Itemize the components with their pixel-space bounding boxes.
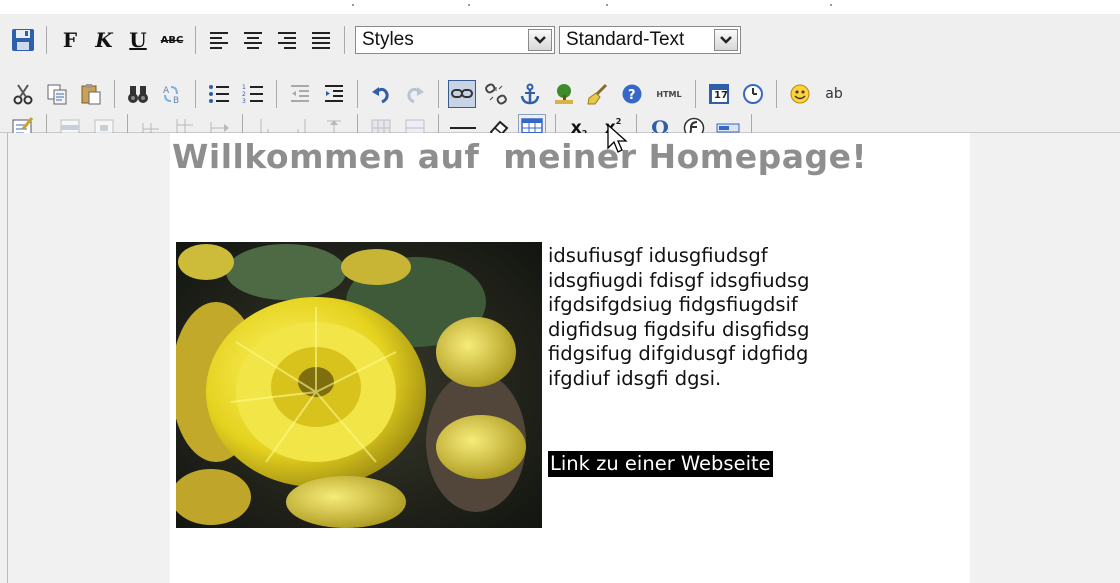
separator	[357, 80, 358, 108]
selected-link[interactable]: Link zu einer Webseite	[548, 451, 773, 477]
align-center-button[interactable]	[239, 26, 267, 54]
separator	[114, 80, 115, 108]
separator	[776, 80, 777, 108]
numbered-list-button[interactable]: 123	[239, 80, 267, 108]
cut-button[interactable]	[9, 80, 37, 108]
separator	[438, 80, 439, 108]
styles-select-value: Styles	[362, 29, 414, 50]
bullet-list-button[interactable]	[205, 80, 233, 108]
align-right-button[interactable]	[273, 26, 301, 54]
underline-button[interactable]: U	[124, 26, 152, 54]
styles-select[interactable]: Styles	[355, 26, 555, 54]
format-select[interactable]: Standard-Text	[559, 26, 741, 54]
replace-button[interactable]: AB	[158, 80, 186, 108]
separator	[195, 26, 196, 54]
left-border	[7, 133, 8, 583]
justify-button[interactable]	[307, 26, 335, 54]
format-select-value: Standard-Text	[566, 29, 685, 50]
separator	[195, 80, 196, 108]
separator	[695, 80, 696, 108]
undo-icon	[370, 83, 392, 105]
text-color-button[interactable]: ab	[820, 80, 848, 108]
html-source-button[interactable]: HTML	[652, 80, 686, 108]
paste-button[interactable]	[77, 80, 105, 108]
align-right-icon	[276, 30, 298, 50]
bold-button[interactable]: F	[56, 26, 84, 54]
insert-link-button[interactable]	[448, 80, 476, 108]
calendar-date-label: 17	[714, 90, 728, 101]
text-color-label: ab	[825, 86, 843, 102]
insert-time-button[interactable]	[739, 80, 767, 108]
outdent-button[interactable]	[286, 80, 314, 108]
svg-text:1: 1	[242, 84, 246, 91]
outdent-icon	[289, 83, 311, 105]
chevron-down-icon	[714, 29, 738, 51]
separator	[344, 26, 345, 54]
help-button[interactable]: ?	[618, 80, 646, 108]
svg-text:A: A	[163, 86, 170, 96]
page-heading[interactable]: Willkommen auf meiner Homepage!	[172, 137, 867, 176]
align-left-icon	[208, 30, 230, 50]
scissors-icon	[12, 83, 34, 105]
emoticon-button[interactable]	[786, 80, 814, 108]
insert-image-button[interactable]	[550, 80, 578, 108]
unlink-button[interactable]	[482, 80, 510, 108]
strikethrough-label: ABC	[160, 34, 184, 46]
copy-icon	[46, 83, 68, 105]
html-source-label: HTML	[656, 89, 682, 99]
mouse-cursor-icon	[606, 123, 630, 160]
body-paragraph[interactable]: idsufiusgf idusgfiudsgf idsgfiugdi fdisg…	[548, 244, 908, 391]
italic-button[interactable]: K	[90, 26, 118, 54]
bullet-list-icon	[208, 83, 230, 105]
tree-image-icon	[553, 83, 575, 105]
unlink-icon	[485, 83, 507, 105]
help-icon: ?	[621, 83, 643, 105]
insert-date-button[interactable]: 17	[705, 80, 733, 108]
underline-label: U	[129, 28, 147, 52]
redo-button[interactable]	[401, 80, 429, 108]
toolbar-row-1: F K U ABC Styles Standard-Text	[6, 22, 741, 58]
link-icon	[451, 87, 473, 101]
svg-text:3: 3	[242, 98, 246, 105]
broom-icon	[587, 83, 609, 105]
clock-icon	[742, 83, 764, 105]
anchor-icon	[519, 83, 541, 105]
indent-button[interactable]	[320, 80, 348, 108]
separator	[46, 26, 47, 54]
numbered-list-icon: 123	[242, 83, 264, 105]
indent-icon	[323, 83, 345, 105]
undo-button[interactable]	[367, 80, 395, 108]
separator	[276, 80, 277, 108]
justify-icon	[310, 30, 332, 50]
clipboard-icon	[80, 83, 102, 105]
smiley-icon	[789, 83, 811, 105]
flower-photo[interactable]	[176, 242, 542, 528]
align-left-button[interactable]	[205, 26, 233, 54]
top-edge	[0, 0, 1120, 6]
replace-icon: AB	[161, 83, 183, 105]
copy-button[interactable]	[43, 80, 71, 108]
redo-icon	[404, 83, 426, 105]
strikethrough-button[interactable]: ABC	[158, 26, 186, 54]
align-center-icon	[242, 30, 264, 50]
find-button[interactable]	[124, 80, 152, 108]
save-icon	[11, 28, 35, 52]
calendar-icon: 17	[708, 83, 730, 105]
italic-label: K	[95, 28, 113, 52]
save-button[interactable]	[9, 26, 37, 54]
binoculars-icon	[127, 83, 149, 105]
svg-text:B: B	[173, 96, 179, 105]
bold-label: F	[62, 28, 78, 52]
anchor-button[interactable]	[516, 80, 544, 108]
svg-text:?: ?	[628, 88, 636, 103]
toolbar-row-2: AB 123 ? HTML 17 ab	[6, 76, 851, 112]
cleanup-button[interactable]	[584, 80, 612, 108]
chevron-down-icon	[528, 29, 552, 51]
svg-text:2: 2	[242, 91, 246, 98]
